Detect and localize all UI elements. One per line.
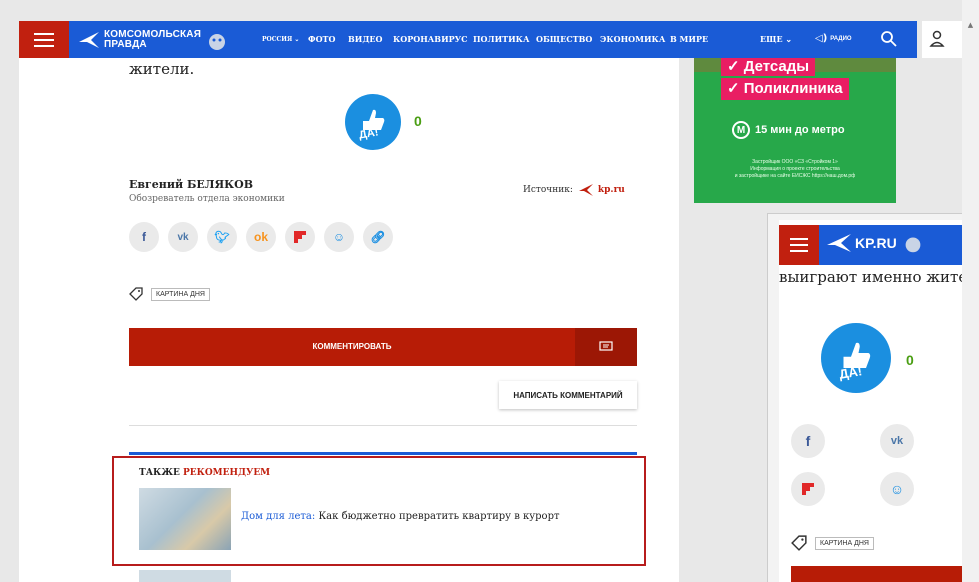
preview-mascot-icon — [905, 237, 921, 253]
source-info: Источник: kp.ru — [523, 183, 625, 197]
recommend-title-red: РЕКОМЕНДУЕМ — [183, 468, 271, 478]
facebook-icon[interactable]: f — [129, 222, 159, 252]
search-icon[interactable] — [880, 30, 898, 48]
menu-button[interactable] — [19, 21, 69, 58]
tag-icon — [129, 287, 143, 301]
preview-swallow-icon — [827, 234, 851, 252]
preview-logo-text: KP.RU — [855, 235, 897, 251]
mail-agent-icon[interactable]: ☺ — [324, 222, 354, 252]
nav-item-economy[interactable]: ЭКОНОМИКА — [600, 34, 665, 44]
ad-metro-text: 15 мин до метро — [755, 124, 845, 136]
chevron-down-icon: ⌄ — [294, 36, 300, 43]
site-logo[interactable]: КОМСОМОЛЬСКАЯ ПРАВДА — [78, 25, 230, 55]
preview-like-count: 0 — [906, 352, 914, 368]
radio-icon: ◁) — [815, 33, 828, 44]
chevron-down-icon: ⌄ — [785, 34, 793, 44]
twitter-icon[interactable]: 🐦︎ — [207, 222, 237, 252]
preview-comment-button[interactable] — [791, 566, 979, 582]
preview-menu-button[interactable] — [779, 225, 819, 265]
ad-banner[interactable]: ✓ Детсады ✓ Поликлиника М 15 мин до метр… — [694, 58, 896, 203]
kp-swallow-icon — [578, 184, 593, 196]
like-button[interactable]: ДА! — [345, 94, 401, 150]
preview-flipboard-icon[interactable] — [791, 472, 825, 506]
preview-tag-icon — [791, 535, 807, 551]
page-scrollbar[interactable] — [962, 0, 979, 582]
user-icon — [929, 30, 945, 47]
ad-fine-print-1: Застройщик ООО «СЗ «Стройком 1» — [752, 159, 838, 165]
flipboard-icon[interactable] — [285, 222, 315, 252]
author-name[interactable]: Евгений БЕЛЯКОВ — [129, 178, 253, 191]
more-menu[interactable]: ЕЩЕ ⌄ — [760, 34, 792, 44]
preview-tag-picture-of-day[interactable]: КАРТИНА ДНЯ — [815, 536, 874, 550]
radio-link[interactable]: ◁) РАДИО — [815, 33, 852, 44]
comment-button-label: КОММЕНТИРОВАТЬ — [312, 342, 392, 351]
flipboard-glyph-icon — [294, 231, 306, 243]
more-label: ЕЩЕ — [760, 34, 783, 44]
recommend-category: Дом для лета: — [241, 511, 316, 522]
preview-logo[interactable]: KP.RU — [826, 231, 925, 255]
radio-label: РАДИО — [830, 35, 852, 42]
preview-thumbs-up-icon — [843, 342, 871, 368]
region-selector[interactable]: РОССИЯ ⌄ — [262, 36, 299, 43]
nav-item-society[interactable]: ОБЩЕСТВО — [536, 34, 592, 44]
preview-flipboard-glyph-icon — [802, 483, 814, 495]
preview-like-button[interactable]: ДА! — [821, 323, 891, 393]
like-count: 0 — [414, 113, 422, 129]
nav-item-video[interactable]: ВИДЕО — [348, 34, 383, 44]
tags-row: КАРТИНА ДНЯ — [129, 287, 210, 301]
preview-article-text: выиграют именно жители. — [779, 268, 979, 286]
recommend-top-bar — [129, 452, 637, 455]
region-label: РОССИЯ — [262, 36, 293, 43]
recommend-headline: Как бюджетно превратить квартиру в курор… — [318, 511, 560, 522]
tag-picture-of-day[interactable]: КАРТИНА ДНЯ — [151, 287, 210, 301]
ad-line-kindergartens: ✓ Детсады — [721, 58, 816, 76]
preview-vk-icon[interactable]: vk — [880, 424, 914, 458]
odnoklassniki-icon[interactable]: ok — [246, 222, 276, 252]
ad-line-clinic: ✓ Поликлиника — [721, 78, 849, 100]
comment-icon — [599, 341, 613, 351]
nav-item-politics[interactable]: ПОЛИТИКА — [473, 34, 529, 44]
article-text-tail: жители. — [129, 60, 195, 78]
preview-facebook-icon[interactable]: f — [791, 424, 825, 458]
recommend-title: ТАКЖЕ РЕКОМЕНДУЕМ — [139, 468, 270, 478]
recommend-link[interactable]: Дом для лета: Как бюджетно превратить кв… — [241, 511, 560, 522]
comment-button[interactable]: КОММЕНТИРОВАТЬ — [129, 328, 637, 366]
preview-tags-row: КАРТИНА ДНЯ — [791, 535, 874, 551]
scroll-up-arrow-icon[interactable]: ▲ — [962, 21, 979, 33]
mascot-icon — [209, 34, 226, 50]
comment-icon-area — [575, 328, 637, 366]
ad-fine-print-3: и застройщике на сайте ЕИСЖС https://наш… — [734, 173, 856, 179]
section-divider — [129, 425, 637, 426]
swallow-logo-icon — [79, 32, 99, 48]
recommend-thumbnail[interactable] — [139, 488, 231, 550]
ad-metro: М 15 мин до метро — [732, 121, 845, 139]
ad-fine-print-2: Информация о проекте строительства — [750, 166, 840, 172]
author-role: Обозреватель отдела экономики — [129, 194, 285, 204]
nav-item-world[interactable]: В МИРЕ — [670, 34, 708, 44]
next-recommend-thumbnail[interactable] — [139, 570, 231, 582]
logo-line-2: ПРАВДА — [104, 39, 147, 50]
browser-viewport: КОМСОМОЛЬСКАЯ ПРАВДА РОССИЯ ⌄ ФОТО ВИДЕО… — [0, 0, 979, 582]
nav-item-photo[interactable]: ФОТО — [308, 34, 335, 44]
write-comment-button[interactable]: НАПИСАТЬ КОММЕНТАРИЙ — [499, 381, 637, 409]
nav-item-coronavirus[interactable]: КОРОНАВИРУС — [393, 34, 468, 44]
share-buttons: f vk 🐦︎ ok ☺ 🔗︎ — [129, 222, 393, 252]
source-link[interactable]: kp.ru — [598, 185, 625, 195]
copy-link-icon[interactable]: 🔗︎ — [363, 222, 393, 252]
preview-mail-agent-icon[interactable]: ☺ — [880, 472, 914, 506]
recommend-title-black: ТАКЖЕ — [139, 468, 180, 478]
thumbs-up-icon — [363, 109, 385, 130]
source-label: Источник: — [523, 185, 573, 195]
user-account-button[interactable] — [922, 21, 962, 58]
metro-icon: М — [732, 121, 750, 139]
vk-icon[interactable]: vk — [168, 222, 198, 252]
